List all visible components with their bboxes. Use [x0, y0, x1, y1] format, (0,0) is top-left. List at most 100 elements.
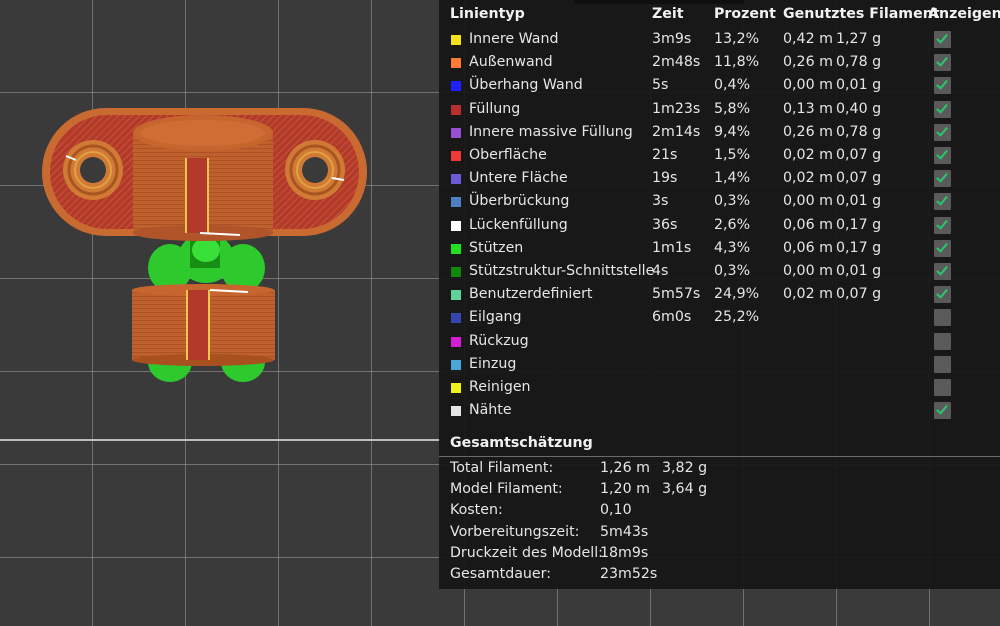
summary-row-label: Druckzeit des Modell: [450, 544, 603, 561]
legend-row-percent: 1,4% [714, 170, 751, 187]
header-line-type: Linientyp [450, 6, 525, 22]
legend-color-swatch [451, 313, 461, 324]
legend-row-time: 1m1s [652, 239, 692, 256]
show-checkbox[interactable] [934, 402, 951, 420]
summary-row: Druckzeit des Modell: 18m9s [439, 545, 839, 566]
summary-row-label: Kosten: [450, 502, 503, 519]
legend-row-percent: 9,4% [714, 123, 751, 140]
summary-row: Model Filament: 1,20 m 3,64 g [439, 481, 839, 502]
legend-row-time: 2m14s [652, 123, 701, 140]
legend-color-swatch [451, 151, 461, 161]
legend-row-percent: 11,8% [714, 54, 760, 71]
legend-row-label: Stützstruktur-Schnittstelle [469, 263, 655, 279]
legend-row: Füllung 1m23s 5,8% 0,13 m 0,40 g [439, 99, 1000, 122]
legend-row-weight: 0,01 g [836, 77, 882, 94]
legend-color-swatch [451, 174, 461, 185]
legend-color-swatch [451, 58, 461, 69]
summary-row-label: Gesamtdauer: [450, 566, 551, 582]
sliced-model-preview[interactable] [0, 0, 440, 440]
show-checkbox[interactable] [934, 239, 951, 257]
legend-color-swatch [451, 336, 461, 347]
legend-row: Außenwand 2m48s 11,8% 0,26 m 0,78 g [439, 52, 1000, 75]
legend-row: Benutzerdefiniert 5m57s 24,9% 0,02 m 0,07 g [439, 284, 1000, 307]
legend-row-length: 0,02 m [783, 170, 833, 187]
summary-row: Vorbereitungszeit: 5m43s [439, 524, 839, 545]
section-divider [439, 456, 1000, 457]
legend-row-weight: 0,07 g [836, 170, 882, 187]
legend-row-label: Benutzerdefiniert [469, 286, 593, 303]
legend-row: Reinigen [439, 377, 1000, 400]
legend-row: Oberfläche 21s 1,5% 0,02 m 0,07 g [439, 145, 1000, 168]
show-checkbox[interactable] [934, 100, 951, 118]
legend-row-length: 0,42 m [783, 31, 833, 47]
show-checkbox[interactable] [934, 54, 951, 72]
legend-row-length: 0,06 m [783, 239, 833, 256]
legend-color-swatch [451, 406, 461, 417]
show-checkbox[interactable] [934, 77, 951, 95]
legend-row-label: Lückenfüllung [469, 216, 568, 233]
legend-row-percent: 2,6% [714, 216, 751, 233]
legend-row-time: 1m23s [652, 100, 701, 117]
legend-color-swatch [451, 267, 461, 277]
legend-color-swatch [451, 220, 461, 231]
legend-row-label: Untere Fläche [469, 170, 568, 187]
legend-row-label: Reinigen [469, 379, 531, 395]
summary-row-value-secondary: 3,82 g [662, 460, 708, 476]
legend-row: Innere massive Füllung 2m14s 9,4% 0,26 m 0,7… [439, 122, 1000, 145]
legend-row-weight: 0,01 g [836, 263, 882, 279]
summary-row-value: 5m43s [600, 523, 649, 540]
header-filament-used: Genutztes Filament [783, 6, 940, 22]
summary-row-value: 23m52s [600, 566, 658, 582]
model-lower-cylinder [132, 284, 275, 366]
legend-row-percent: 4,3% [714, 239, 751, 256]
legend-row-length: 0,00 m [783, 193, 833, 210]
legend-color-swatch [451, 35, 461, 45]
legend-row-percent: 1,5% [714, 147, 751, 163]
summary-row-value: 0,10 [600, 502, 632, 519]
show-checkbox[interactable] [934, 309, 951, 327]
legend-row: Überbrückung 3s 0,3% 0,00 m 0,01 g [439, 191, 1000, 214]
legend-row-time: 5s [652, 77, 669, 94]
legend-row-time: 21s [652, 147, 678, 163]
show-checkbox[interactable] [934, 31, 951, 48]
show-checkbox[interactable] [934, 216, 951, 234]
summary-row-value: 1,20 m [600, 481, 650, 498]
legend-color-swatch [451, 81, 461, 92]
legend-row-percent: 5,8% [714, 100, 751, 117]
legend-row-label: Überbrückung [469, 193, 570, 210]
show-checkbox[interactable] [934, 147, 951, 164]
legend-row-weight: 0,17 g [836, 239, 882, 256]
legend-row-label: Füllung [469, 100, 521, 117]
legend-row-weight: 1,27 g [836, 31, 882, 47]
legend-row: Eilgang 6m0s 25,2% [439, 307, 1000, 330]
legend-row-percent: 13,2% [714, 31, 760, 47]
show-checkbox[interactable] [934, 263, 951, 280]
show-checkbox[interactable] [934, 170, 951, 188]
legend-row-weight: 0,17 g [836, 216, 882, 233]
legend-row: Rückzug [439, 331, 1000, 354]
header-time: Zeit [652, 6, 684, 22]
show-checkbox[interactable] [934, 332, 951, 350]
legend-row-length: 0,02 m [783, 147, 833, 163]
legend-row-percent: 0,3% [714, 263, 751, 279]
show-checkbox[interactable] [934, 193, 951, 211]
show-checkbox[interactable] [934, 355, 951, 373]
legend-color-swatch [451, 243, 461, 254]
show-checkbox[interactable] [934, 286, 951, 304]
legend-row-time: 2m48s [652, 54, 701, 71]
show-checkbox[interactable] [934, 123, 951, 141]
legend-row-length: 0,26 m [783, 54, 833, 71]
legend-row-label: Innere massive Füllung [469, 123, 633, 140]
summary-row-value-secondary: 3,64 g [662, 481, 708, 498]
legend-row-length: 0,02 m [783, 286, 833, 303]
show-checkbox[interactable] [934, 379, 951, 396]
summary-row-value: 18m9s [600, 544, 649, 561]
legend-row-length: 0,06 m [783, 216, 833, 233]
legend-row-weight: 0,78 g [836, 54, 882, 71]
model-upper-cylinder [133, 115, 273, 241]
legend-row-time: 3s [652, 193, 669, 210]
legend-color-swatch [451, 359, 461, 370]
legend-row: Stützen 1m1s 4,3% 0,06 m 0,17 g [439, 238, 1000, 261]
legend-row-length: 0,13 m [783, 100, 833, 117]
legend-row-label: Eilgang [469, 309, 522, 326]
